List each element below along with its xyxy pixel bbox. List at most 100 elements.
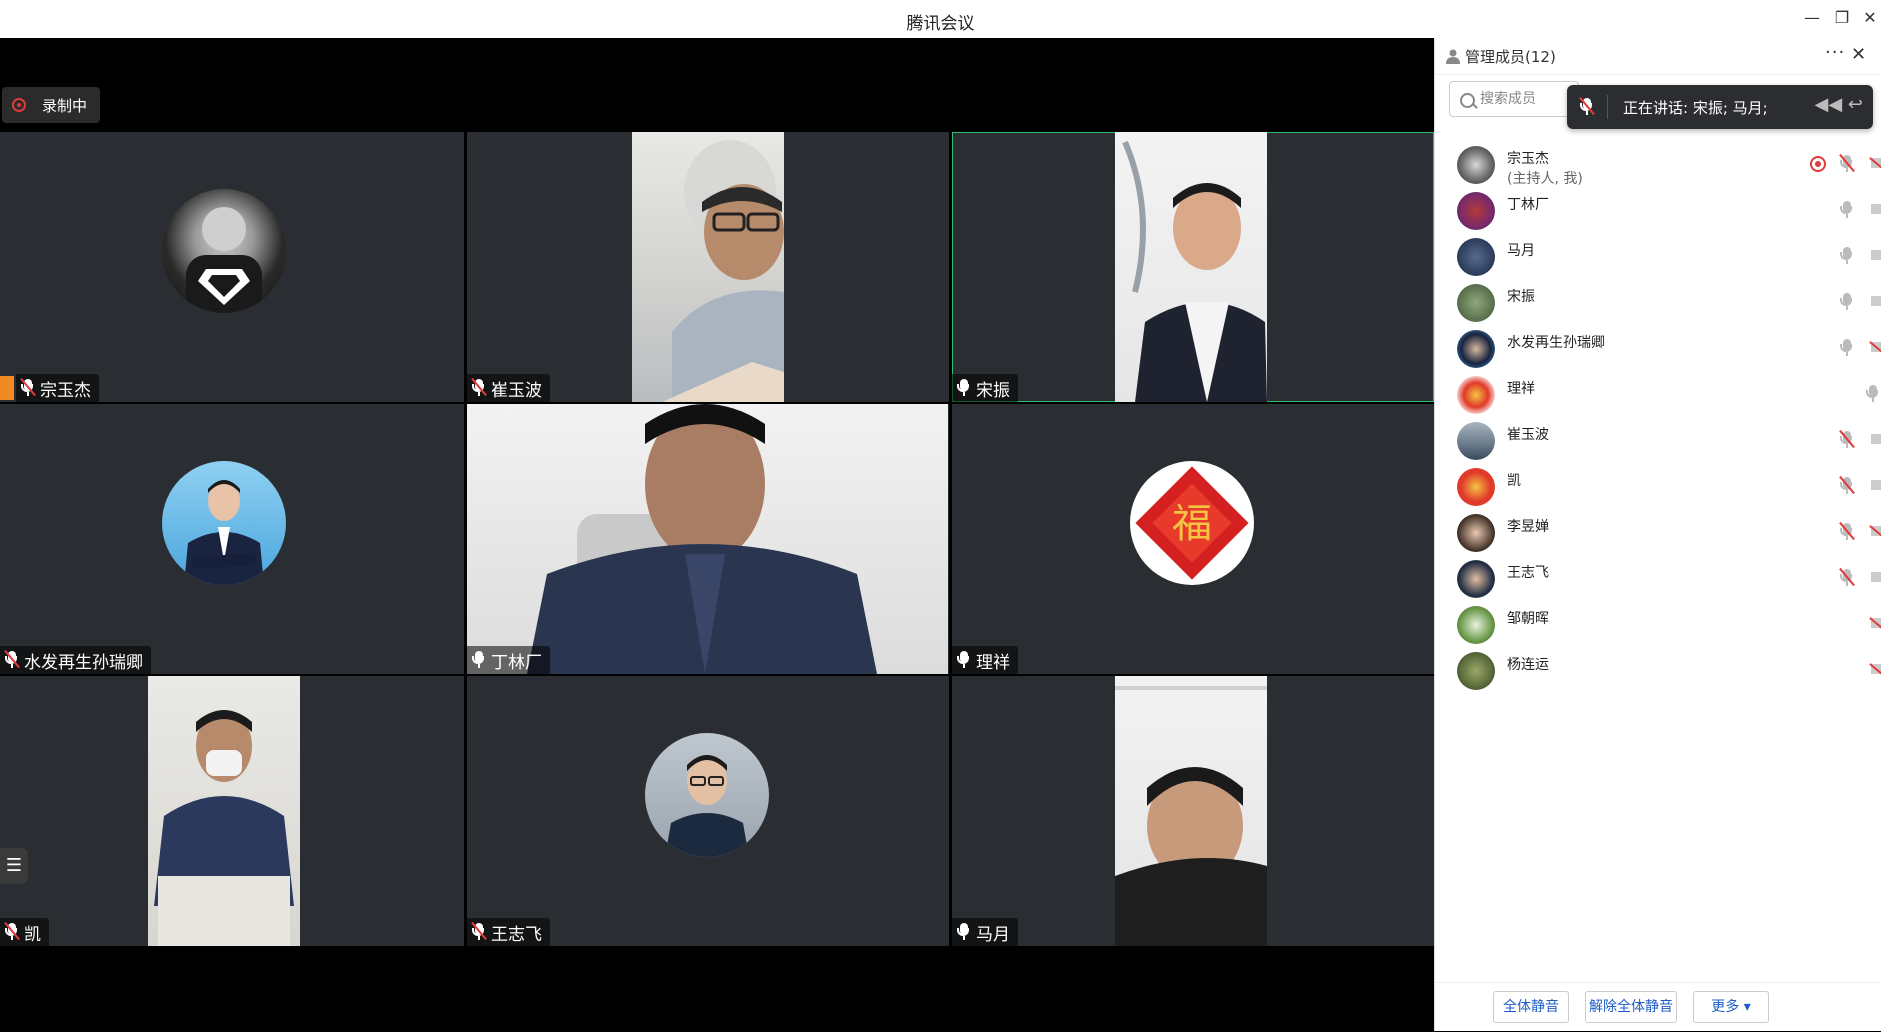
member-item[interactable]: 凯 <box>1435 464 1881 510</box>
camera-icon[interactable] <box>1871 434 1881 444</box>
member-item[interactable]: 马月 <box>1435 234 1881 280</box>
video-tile[interactable]: 马月 <box>952 676 1434 946</box>
mic-muted-icon <box>4 921 20 942</box>
mic-icon[interactable] <box>1839 246 1855 266</box>
participant-label: 水发再生孙瑞卿 <box>0 646 151 674</box>
member-name: 宗玉杰 <box>1507 151 1549 167</box>
person-icon <box>1446 49 1460 64</box>
member-item[interactable]: 理祥 <box>1435 372 1881 418</box>
avatar <box>1457 652 1495 690</box>
divider <box>1607 95 1608 119</box>
mic-icon <box>956 378 972 398</box>
camera-icon[interactable] <box>1871 480 1881 490</box>
mic-icon[interactable] <box>1839 292 1855 312</box>
member-item[interactable]: 李昱婵 <box>1435 510 1881 556</box>
mic-muted-icon <box>20 377 36 398</box>
close-window-button[interactable]: ✕ <box>1858 8 1881 30</box>
avatar <box>1457 284 1495 322</box>
avatar <box>645 733 769 857</box>
window-title: 腾讯会议 <box>906 14 975 34</box>
mic-muted-icon[interactable] <box>1839 475 1855 496</box>
member-role: (主持人, 我) <box>1507 171 1583 187</box>
restore-button[interactable]: ❐ <box>1830 8 1854 30</box>
mic-muted-icon[interactable] <box>1839 521 1855 542</box>
participant-name: 崔玉波 <box>491 380 542 401</box>
camera-off-icon[interactable] <box>1871 158 1881 168</box>
participant-name: 马月 <box>976 924 1010 945</box>
participant-label: 凯 <box>0 918 49 946</box>
member-name: 理祥 <box>1507 381 1535 397</box>
participant-name: 丁林厂 <box>491 652 542 673</box>
record-icon <box>12 98 26 112</box>
avatar <box>1457 606 1495 644</box>
avatar <box>1457 376 1495 414</box>
mute-all-button[interactable]: 全体静音 <box>1493 991 1569 1023</box>
speaking-text: 正在讲话: 宋振; 马月; <box>1623 99 1768 117</box>
member-item[interactable]: 宗玉杰 (主持人, 我) <box>1435 142 1881 188</box>
video-tile[interactable]: ☰ 凯 <box>0 676 464 946</box>
video-tile[interactable]: 王志飞 <box>467 676 949 946</box>
member-name: 王志飞 <box>1507 565 1549 581</box>
mic-muted-icon[interactable] <box>1839 429 1855 450</box>
member-item[interactable]: 杨连运 <box>1435 648 1881 694</box>
member-item[interactable]: 宋振 <box>1435 280 1881 326</box>
member-name: 丁林厂 <box>1507 197 1549 213</box>
mic-icon[interactable] <box>1865 384 1881 404</box>
member-name: 水发再生孙瑞卿 <box>1507 335 1605 351</box>
mic-muted-icon <box>4 649 20 670</box>
participant-label: 王志飞 <box>467 918 550 946</box>
camera-icon[interactable] <box>1871 296 1881 306</box>
host-tag <box>0 376 14 400</box>
video-tile-active-speaker[interactable]: 宋振 <box>952 132 1434 402</box>
camera-off-icon[interactable] <box>1871 618 1881 628</box>
member-name: 杨连运 <box>1507 657 1549 673</box>
camera-icon[interactable] <box>1871 204 1881 214</box>
mic-icon <box>956 922 972 942</box>
camera-icon[interactable] <box>1871 572 1881 582</box>
mic-icon <box>956 650 972 670</box>
minimize-button[interactable]: — <box>1800 8 1824 30</box>
mic-icon[interactable] <box>1839 338 1855 358</box>
more-options-icon[interactable]: ··· <box>1825 42 1845 63</box>
participant-name: 理祥 <box>976 652 1010 673</box>
expand-icon[interactable]: ◀◀ ↩ <box>1815 94 1864 115</box>
video-tile[interactable]: 福 理祥 <box>952 404 1434 674</box>
search-input[interactable] <box>1478 88 1578 110</box>
video-tile[interactable]: 崔玉波 <box>467 132 949 402</box>
menu-toggle-button[interactable]: ☰ <box>0 848 28 884</box>
member-item[interactable]: 王志飞 <box>1435 556 1881 602</box>
avatar <box>1457 238 1495 276</box>
participant-name: 宗玉杰 <box>40 380 91 401</box>
member-item[interactable]: 崔玉波 <box>1435 418 1881 464</box>
video-tile[interactable]: 水发再生孙瑞卿 <box>0 404 464 674</box>
avatar <box>1457 422 1495 460</box>
unmute-all-button[interactable]: 解除全体静音 <box>1585 991 1677 1023</box>
member-item[interactable]: 水发再生孙瑞卿 <box>1435 326 1881 372</box>
avatar <box>1457 560 1495 598</box>
camera-off-icon[interactable] <box>1871 664 1881 674</box>
camera-icon[interactable] <box>1871 250 1881 260</box>
participant-name: 水发再生孙瑞卿 <box>24 652 143 673</box>
recording-indicator[interactable]: 录制中 <box>2 87 100 123</box>
member-item[interactable]: 丁林厂 <box>1435 188 1881 234</box>
speaking-indicator: 正在讲话: 宋振; 马月; ◀◀ ↩ <box>1567 85 1873 129</box>
video-tile[interactable]: 宗玉杰 <box>0 132 464 402</box>
camera-off-icon[interactable] <box>1871 526 1881 536</box>
avatar <box>1457 192 1495 230</box>
camera-feed <box>632 132 784 402</box>
avatar <box>162 189 286 313</box>
panel-header: 管理成员(12) ··· ✕ <box>1435 38 1881 75</box>
camera-feed <box>1115 676 1267 946</box>
member-item[interactable]: 邹朝晖 <box>1435 602 1881 648</box>
camera-off-icon[interactable] <box>1871 342 1881 352</box>
mic-icon[interactable] <box>1839 200 1855 220</box>
avatar <box>1457 468 1495 506</box>
video-tile[interactable]: 丁林厂 <box>467 404 949 674</box>
close-icon[interactable]: ✕ <box>1851 44 1866 65</box>
mic-muted-icon[interactable] <box>1839 153 1855 174</box>
avatar <box>1457 514 1495 552</box>
more-button[interactable]: 更多 ▾ <box>1693 991 1769 1023</box>
mic-muted-icon[interactable] <box>1839 567 1855 588</box>
recording-label: 录制中 <box>42 97 88 115</box>
search-box[interactable] <box>1449 81 1579 117</box>
